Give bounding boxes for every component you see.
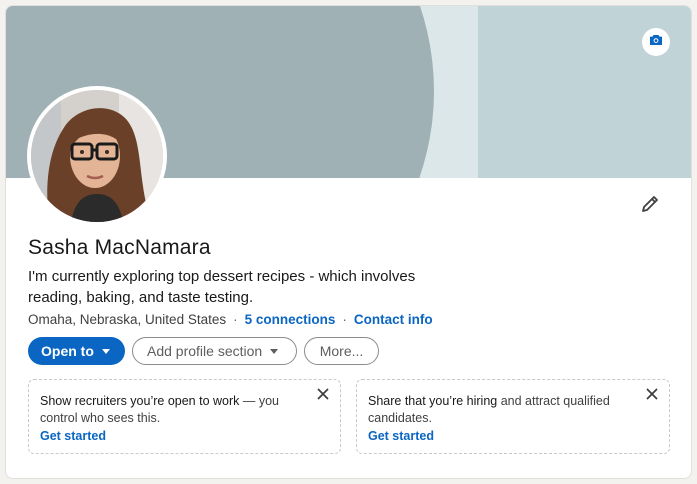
meta-separator: · xyxy=(342,312,347,327)
meta-separator: · xyxy=(233,312,238,327)
get-started-link[interactable]: Get started xyxy=(40,428,329,445)
add-profile-section-button[interactable]: Add profile section xyxy=(132,337,297,365)
more-button[interactable]: More... xyxy=(304,337,379,365)
camera-icon xyxy=(649,33,663,51)
edit-intro-button[interactable] xyxy=(634,190,666,222)
profile-headline: I'm currently exploring top dessert reci… xyxy=(28,268,416,306)
promo-title: Share that you’re hiring xyxy=(368,394,498,408)
profile-name: Sasha MacNamara xyxy=(28,236,211,259)
profile-actions: Open to Add profile section More... xyxy=(28,337,379,365)
close-icon xyxy=(317,388,329,405)
open-to-work-card: Show recruiters you’re open to work — yo… xyxy=(28,379,341,454)
contact-info-link[interactable]: Contact info xyxy=(354,312,433,327)
avatar-photo xyxy=(31,90,163,222)
connections-link[interactable]: 5 connections xyxy=(245,312,336,327)
hiring-card: Share that you’re hiring and attract qua… xyxy=(356,379,670,454)
promo-text: Show recruiters you’re open to work — yo… xyxy=(40,393,329,427)
get-started-link[interactable]: Get started xyxy=(368,428,658,445)
more-label: More... xyxy=(319,343,364,359)
caret-down-icon xyxy=(101,348,110,354)
close-icon xyxy=(646,388,658,405)
open-to-label: Open to xyxy=(41,343,94,359)
close-button[interactable] xyxy=(644,388,660,404)
promo-text: Share that you’re hiring and attract qua… xyxy=(368,393,658,427)
location-text: Omaha, Nebraska, United States xyxy=(28,312,227,327)
close-button[interactable] xyxy=(315,388,331,404)
open-to-button[interactable]: Open to xyxy=(28,337,125,365)
promo-title: Show recruiters you’re open to work xyxy=(40,394,240,408)
pencil-icon xyxy=(640,194,660,219)
profile-meta: Omaha, Nebraska, United States · 5 conne… xyxy=(28,312,433,327)
avatar[interactable] xyxy=(27,86,167,226)
edit-cover-button[interactable] xyxy=(642,28,670,56)
add-section-label: Add profile section xyxy=(147,343,263,359)
profile-card: Sasha MacNamara I'm currently exploring … xyxy=(5,5,692,479)
caret-down-icon xyxy=(270,348,279,354)
